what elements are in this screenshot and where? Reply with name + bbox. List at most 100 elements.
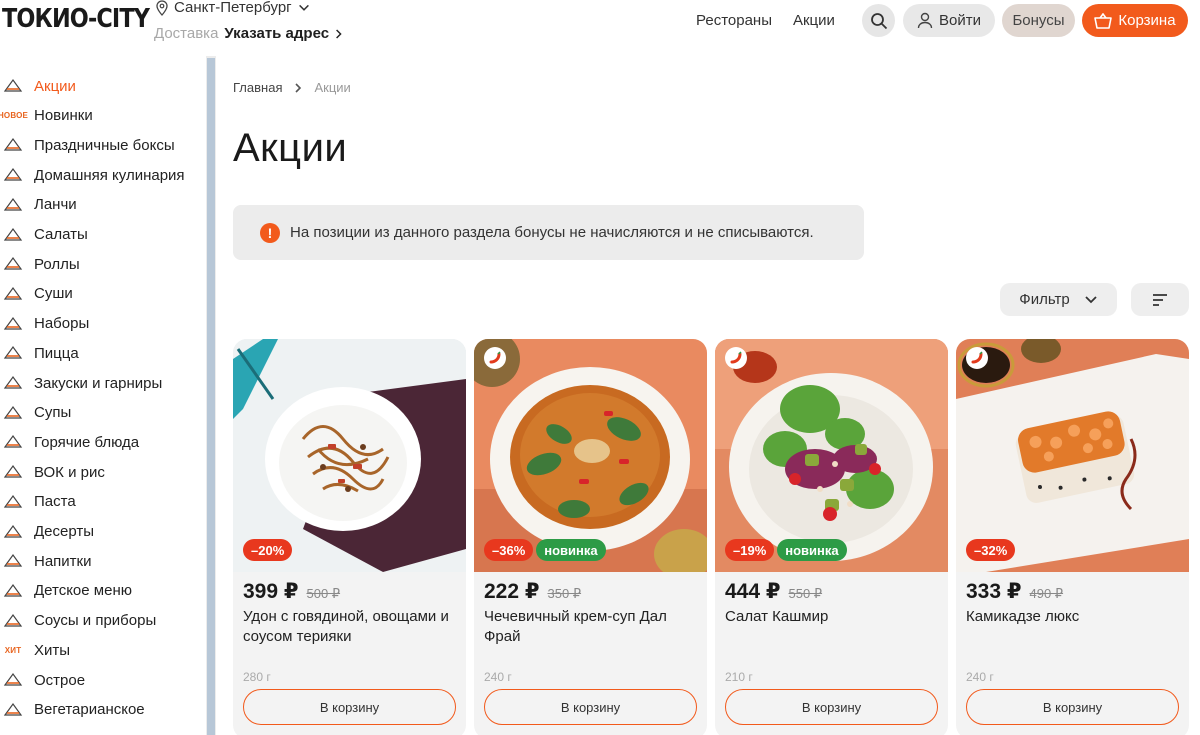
chili-pepper-icon bbox=[484, 347, 506, 369]
sidebar-item-label: Хиты bbox=[34, 641, 71, 659]
set-icon bbox=[2, 314, 24, 334]
add-to-cart-button[interactable]: В корзину bbox=[484, 689, 697, 725]
sidebar-item[interactable]: Горячие блюда bbox=[0, 428, 205, 456]
sidebar-item[interactable]: Пицца bbox=[0, 339, 205, 367]
sidebar-item[interactable]: Наборы bbox=[0, 310, 205, 338]
nav-restaurants[interactable]: Рестораны bbox=[696, 12, 772, 29]
product-name[interactable]: Удон с говядиной, овощами и соусом терия… bbox=[243, 607, 461, 647]
kamikaze-roll-image bbox=[956, 339, 1189, 572]
badges: –19% новинка bbox=[725, 539, 847, 561]
new-badge-icon: НОВОЕ bbox=[0, 111, 29, 121]
add-to-cart-button[interactable]: В корзину bbox=[966, 689, 1179, 725]
product-photo[interactable] bbox=[715, 339, 948, 572]
sidebar-item-label: Роллы bbox=[34, 255, 80, 273]
spicy-icon bbox=[2, 670, 24, 690]
warning-icon: ! bbox=[260, 222, 280, 243]
wok-icon bbox=[2, 462, 24, 482]
old-price: 550 ₽ bbox=[788, 586, 823, 601]
nav-promos[interactable]: Акции bbox=[793, 12, 835, 29]
sort-button[interactable] bbox=[1131, 283, 1189, 316]
search-button[interactable] bbox=[862, 4, 895, 37]
chevron-down-icon bbox=[1085, 295, 1097, 303]
badges: –32% bbox=[966, 539, 1016, 561]
sushi-icon bbox=[2, 284, 24, 304]
sidebar-item-label: Супы bbox=[34, 404, 72, 422]
product-photo[interactable] bbox=[956, 339, 1189, 572]
product-card[interactable]: –32% 333 ₽ 490 ₽ Камикадзе люкс 240 г В … bbox=[956, 339, 1189, 735]
sidebar-item-label: Акции bbox=[34, 77, 76, 95]
filter-button[interactable]: Фильтр bbox=[1000, 283, 1117, 316]
chevron-right-icon bbox=[336, 28, 342, 39]
sidebar-item[interactable]: Суши bbox=[0, 280, 205, 308]
dessert-icon bbox=[2, 522, 24, 542]
sidebar-item-label: Острое bbox=[34, 671, 86, 689]
sidebar-scrollbar[interactable] bbox=[206, 56, 216, 735]
scrollbar-thumb[interactable] bbox=[207, 58, 215, 735]
sidebar-item[interactable]: Закуски и гарниры bbox=[0, 369, 205, 397]
product-name[interactable]: Чечевичный крем-суп Дал Фрай bbox=[484, 607, 702, 647]
sauce-icon bbox=[2, 611, 24, 631]
sidebar-item[interactable]: Ланчи bbox=[0, 191, 205, 219]
price-block: 333 ₽ 490 ₽ bbox=[966, 579, 1063, 604]
cart-button[interactable]: Корзина bbox=[1082, 4, 1188, 37]
sidebar-item[interactable]: Роллы bbox=[0, 250, 205, 278]
discount-tag-icon bbox=[2, 76, 24, 96]
price: 333 ₽ bbox=[966, 580, 1022, 603]
login-button[interactable]: Войти bbox=[903, 4, 995, 37]
basket-icon bbox=[1094, 12, 1113, 29]
add-to-cart-button[interactable]: В корзину bbox=[725, 689, 938, 725]
product-photo[interactable] bbox=[474, 339, 707, 572]
sidebar-item[interactable]: Десерты bbox=[0, 518, 205, 546]
product-weight: 280 г bbox=[243, 670, 271, 684]
price-block: 444 ₽ 550 ₽ bbox=[725, 579, 822, 604]
sidebar-item[interactable]: Соусы и приборы bbox=[0, 607, 205, 635]
sidebar-item[interactable]: Детское меню bbox=[0, 577, 205, 605]
sidebar-item[interactable]: Напитки bbox=[0, 547, 205, 575]
sidebar-item-label: ВОК и рис bbox=[34, 463, 105, 481]
set-address-link[interactable]: Указать адрес bbox=[224, 25, 329, 42]
breadcrumb-home[interactable]: Главная bbox=[233, 80, 282, 95]
drink-icon bbox=[2, 551, 24, 571]
sidebar-item[interactable]: Паста bbox=[0, 488, 205, 516]
sidebar-item[interactable]: ВОК и рис bbox=[0, 458, 205, 486]
bonus-button[interactable]: Бонусы bbox=[1002, 4, 1075, 37]
sidebar-item[interactable]: НОВОЕ Новинки bbox=[0, 102, 205, 130]
product-name[interactable]: Камикадзе люкс bbox=[966, 607, 1184, 627]
sidebar-item[interactable]: Салаты bbox=[0, 221, 205, 249]
price: 444 ₽ bbox=[725, 580, 781, 603]
product-card[interactable]: –19% новинка 444 ₽ 550 ₽ Салат Кашмир 21… bbox=[715, 339, 948, 735]
add-to-cart-button[interactable]: В корзину bbox=[243, 689, 456, 725]
notice-text: На позиции из данного раздела бонусы не … bbox=[290, 224, 814, 241]
sidebar-item[interactable]: Акции bbox=[0, 72, 205, 100]
sidebar-item-label: Салаты bbox=[34, 226, 88, 243]
sidebar-item[interactable]: Вегетарианское bbox=[0, 696, 205, 724]
delivery-address[interactable]: Доставка Указать адрес bbox=[154, 25, 343, 42]
login-label: Войти bbox=[939, 12, 981, 29]
sidebar-item-label: Детское меню bbox=[34, 582, 132, 600]
chili-pepper-icon bbox=[966, 347, 988, 369]
top-nav: Рестораны Акции bbox=[696, 12, 835, 29]
udon-dish-image bbox=[233, 339, 466, 572]
header: ТОКИО-CITY Санкт-Петербург Доставка Указ… bbox=[0, 0, 1200, 50]
logo[interactable]: ТОКИО-CITY bbox=[2, 4, 150, 34]
city-selector[interactable]: Санкт-Петербург bbox=[155, 0, 311, 16]
sidebar-item[interactable]: Супы bbox=[0, 399, 205, 427]
product-name[interactable]: Салат Кашмир bbox=[725, 607, 943, 627]
sidebar-item[interactable]: ХИТ Хиты bbox=[0, 636, 205, 664]
sidebar-item-label: Вегетарианское bbox=[34, 701, 145, 719]
product-weight: 210 г bbox=[725, 670, 753, 684]
sidebar-item-label: Соусы и приборы bbox=[34, 612, 157, 630]
filter-label: Фильтр bbox=[1019, 291, 1070, 308]
snacks-icon bbox=[2, 373, 24, 393]
sidebar-item[interactable]: Праздничные боксы bbox=[0, 131, 205, 159]
sidebar-item[interactable]: Домашняя кулинария bbox=[0, 161, 205, 189]
product-photo[interactable] bbox=[233, 339, 466, 572]
sidebar-item-label: Напитки bbox=[34, 552, 92, 570]
city-label: Санкт-Петербург bbox=[174, 0, 292, 16]
sidebar-item[interactable]: Острое bbox=[0, 666, 205, 694]
product-card[interactable]: –20% 399 ₽ 500 ₽ Удон с говядиной, овоща… bbox=[233, 339, 466, 735]
discount-badge: –20% bbox=[243, 539, 293, 561]
old-price: 500 ₽ bbox=[306, 586, 341, 601]
product-weight: 240 г bbox=[966, 670, 994, 684]
product-card[interactable]: –36% новинка 222 ₽ 350 ₽ Чечевичный крем… bbox=[474, 339, 707, 735]
